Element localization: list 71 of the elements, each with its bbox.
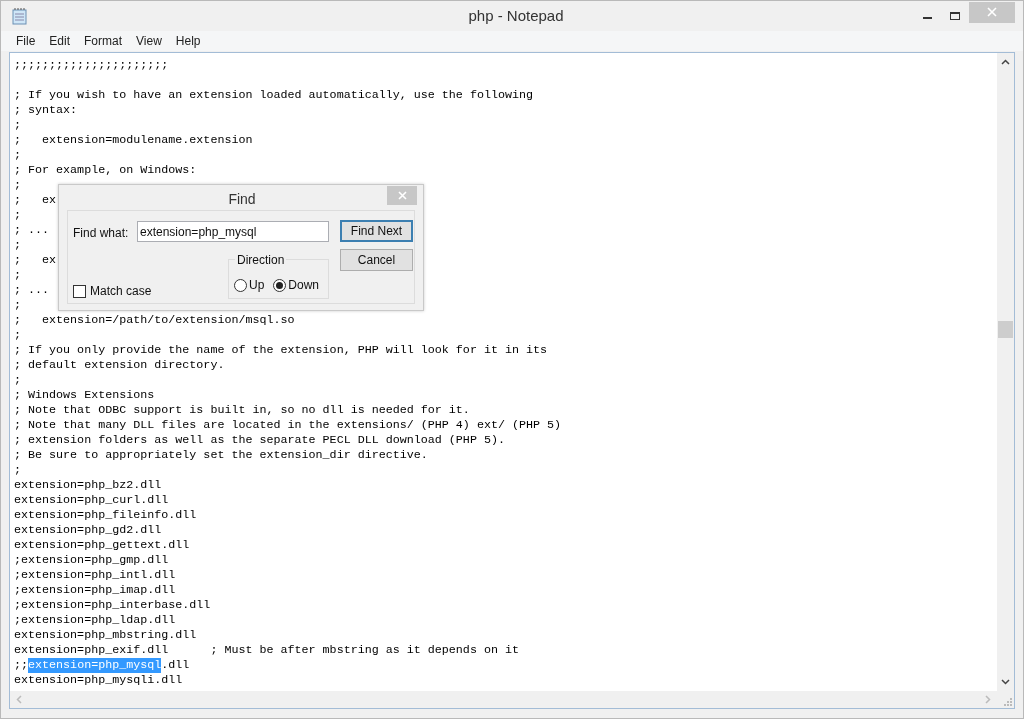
code-line: ; ex [14,193,57,208]
window-title: php - Notepad [467,5,565,26]
scroll-right-icon[interactable] [985,695,991,704]
code-line: ; [14,463,21,478]
dialog-title: Find [227,190,257,209]
code-line: ; default extension directory. [14,358,225,373]
code-line: ;extension=php_gmp.dll [14,553,169,568]
scroll-up-icon[interactable] [1001,59,1010,65]
code-line: ; For example, on Windows: [14,163,197,178]
code-line: ; [14,238,21,253]
match-case-label: Match case [90,283,152,300]
scroll-down-icon[interactable] [1001,679,1010,685]
resize-grip-icon[interactable] [1003,697,1012,706]
code-line: extension=php_gettext.dll [14,538,190,553]
menu-item[interactable]: Help [168,32,208,50]
code-line: extension=php_mysqli.dll [14,673,183,688]
cancel-button[interactable]: Cancel [340,249,413,271]
code-line: ;extension=php_intl.dll [14,568,176,583]
code-line: ; Note that many DLL files are located in the extensions/ (PHP 4) ext/ (PHP 5) [14,418,562,433]
code-line: ; syntax: [14,103,78,118]
code-line: ; If you wish to have an extension loaded automatically, use the following [14,88,533,103]
close-icon [397,191,407,200]
code-line: ; Be sure to appropriately set the extension_dir directive. [14,448,428,463]
find-next-button[interactable]: Find Next [340,220,413,242]
code-line: ; [14,118,21,133]
code-line: ; ... [14,283,50,298]
find-what-label: Find what: [73,225,129,242]
code-line: ; [14,268,21,283]
code-line: ;extension=php_imap.dll [14,583,176,598]
radio-button[interactable] [273,278,287,292]
code-line: ; [14,373,21,388]
menu-item[interactable]: File [9,32,43,50]
code-line: ;extension=php_interbase.dll [14,598,211,613]
find-what-field[interactable]: extension=php_mysql [137,221,329,242]
code-line: extension=php_curl.dll [14,493,169,508]
code-line: extension=php_mbstring.dll [14,628,197,643]
code-line: ; ex [14,253,57,268]
code-line: ; extension=modulename.extension [14,133,253,148]
scroll-thumb[interactable] [998,321,1013,338]
code-line: ; ... [14,223,50,238]
code-line: extension=php_gd2.dll [14,523,162,538]
menu-item[interactable]: View [129,32,169,50]
radio-label: Down [288,277,320,294]
close-icon [987,7,997,17]
code-line: ;extension=php_ldap.dll [14,613,176,628]
code-line: ; Note that ODBC support is built in, so no dll is needed for it. [14,403,470,418]
notepad-icon [11,7,29,25]
close-button[interactable] [387,186,417,205]
code-text: .dll [161,658,190,673]
code-line: ;;;;;;;;;;;;;;;;;;;;;; [14,58,169,73]
scroll-left-icon[interactable] [16,695,22,704]
horizontal-scrollbar[interactable] [10,691,997,708]
code-line: ; If you only provide the name of the extension, PHP will look for it in its [14,343,548,358]
code-line: extension=php_exif.dll ; Must be after mbstring as it depends on it [14,643,519,658]
code-line: ; [14,208,21,223]
code-line: extension=php_bz2.dll [14,478,162,493]
code-line: ; [14,178,21,193]
code-line: ; Windows Extensions [14,388,155,403]
code-line: ; extension folders as well as the separate PECL DLL download (PHP 5). [14,433,505,448]
radio-button[interactable] [234,278,247,292]
radio-label: Up [249,277,265,294]
code-line: ; [14,298,21,313]
code-line: extension=php_fileinfo.dll [14,508,197,523]
code-line: ; extension=/path/to/extension/msql.so [14,313,295,328]
code-line: ; [14,328,21,343]
selected-text: extension=php_mysql [28,658,162,673]
menu-item[interactable]: Format [77,32,130,50]
menu-item[interactable]: Edit [42,32,78,50]
vertical-scrollbar[interactable] [997,53,1014,691]
code-line: ; [14,148,21,163]
match-case-checkbox[interactable] [73,284,86,298]
